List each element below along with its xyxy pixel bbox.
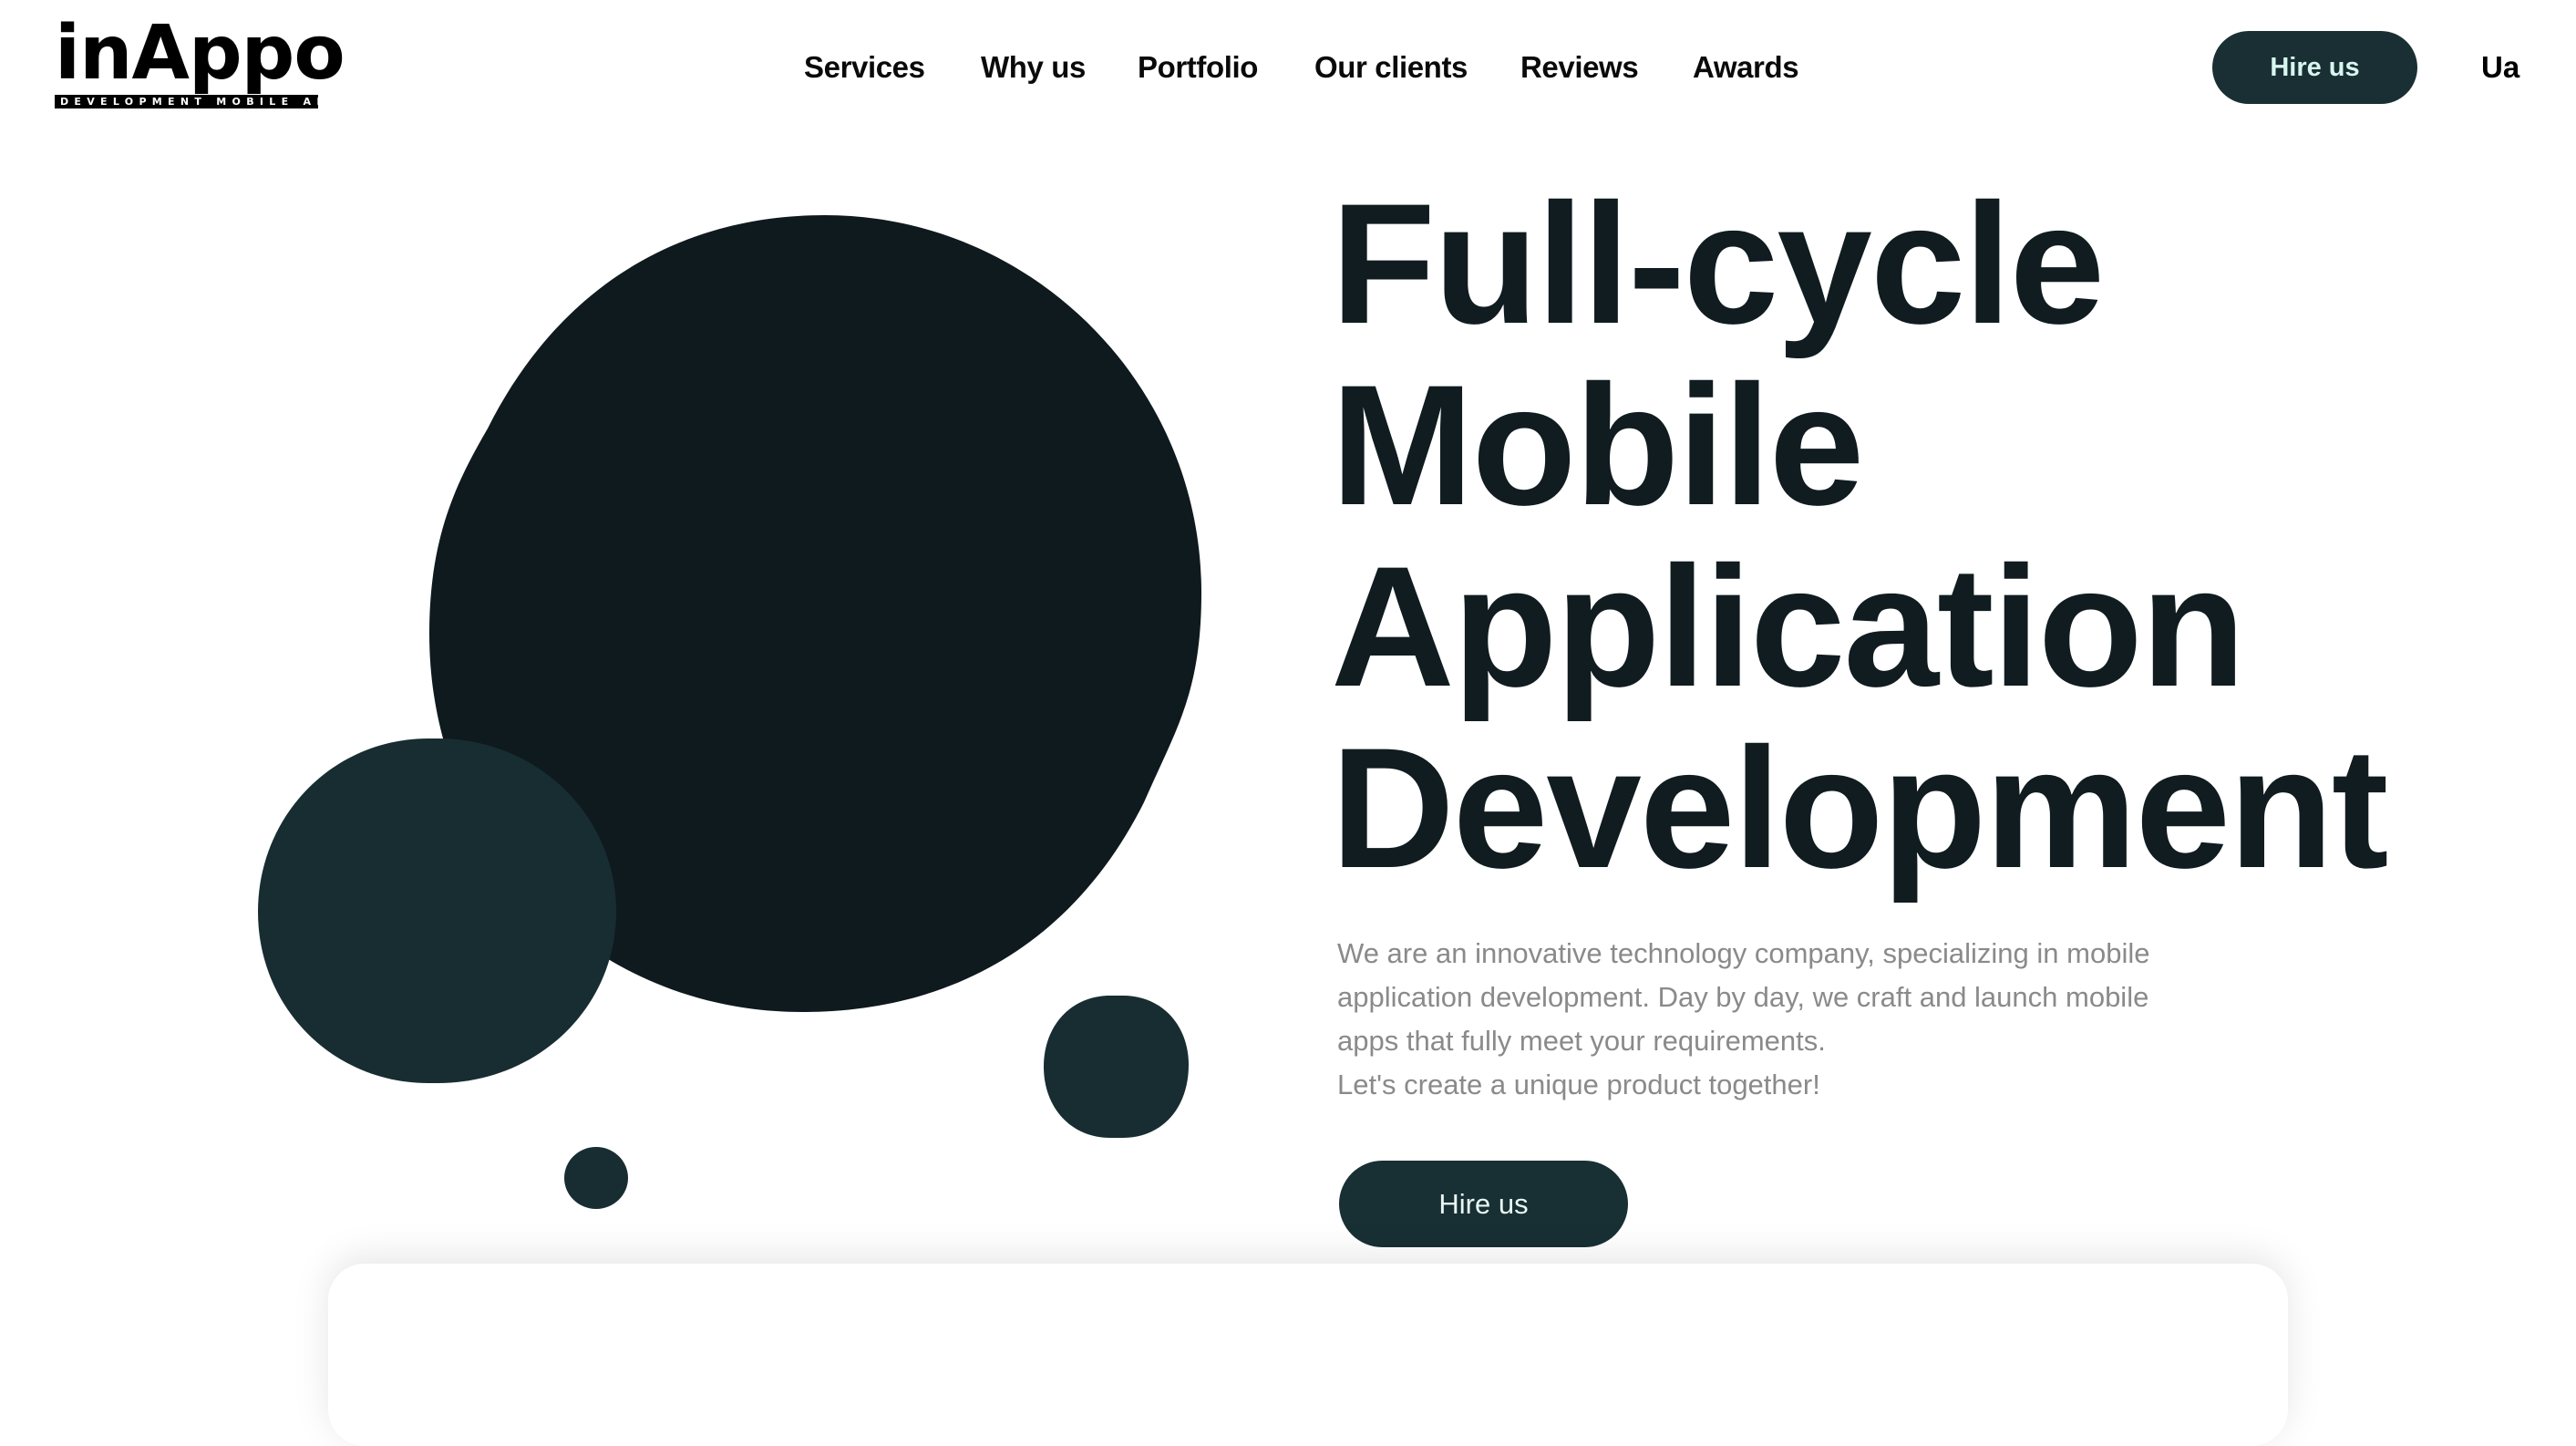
nav-item-reviews[interactable]: Reviews (1520, 46, 1639, 89)
hire-us-header-button[interactable]: Hire us (2212, 31, 2417, 104)
teal-circle-blob (258, 738, 616, 1083)
nav-item-our-clients[interactable]: Our clients (1314, 46, 1468, 89)
hero-title-line-4: Development (1331, 712, 2389, 904)
hero-description-line-3: apps that fully meet your requirements. (1337, 1025, 1826, 1057)
hero-description-line-1: We are an innovative technology company,… (1337, 937, 2150, 969)
hero-title-line-3: Application (1331, 531, 2246, 722)
tiny-teal-dot (564, 1147, 628, 1209)
next-section-card (328, 1264, 2288, 1446)
hero-title-line-2: Mobile (1331, 349, 1864, 541)
hero-illustration (258, 215, 1201, 1209)
language-switcher[interactable]: Ua (2481, 46, 2519, 89)
small-teal-blob (1044, 996, 1189, 1138)
hero-title-line-1: Full-cycle (1331, 168, 2105, 359)
nav-item-awards[interactable]: Awards (1693, 46, 1799, 89)
hero-description: We are an innovative technology company,… (1337, 932, 2194, 1107)
hero-description-line-4: Let's create a unique product together! (1337, 1069, 1820, 1100)
hero-description-line-2: application development. Day by day, we … (1337, 981, 2149, 1013)
hero-title: Full-cycle Mobile Application Developmen… (1331, 168, 2389, 904)
hire-us-hero-button[interactable]: Hire us (1339, 1161, 1628, 1247)
